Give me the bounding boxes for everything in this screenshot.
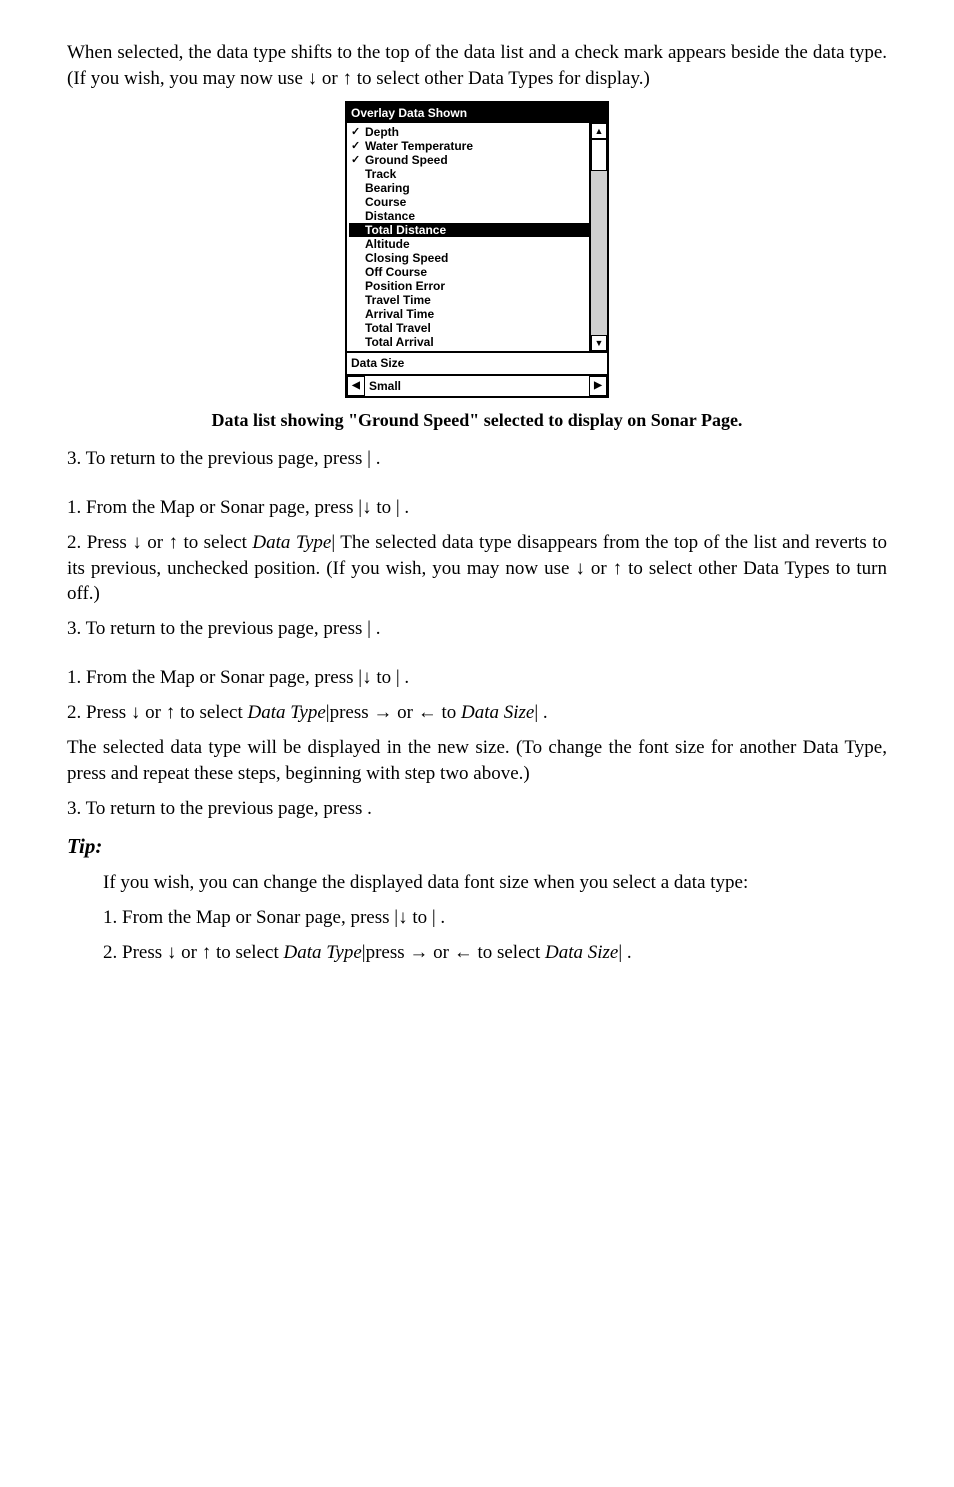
size-right-icon[interactable]: ▶ <box>589 376 607 396</box>
check-icon: ✓ <box>351 125 365 139</box>
list-item[interactable]: Course <box>349 195 589 209</box>
data-size-selector[interactable]: ◀ Small ▶ <box>347 374 607 396</box>
check-icon: ✓ <box>351 153 365 167</box>
list-item-label: Bearing <box>365 181 410 195</box>
size-left-icon[interactable]: ◀ <box>347 376 365 396</box>
scroll-down-icon[interactable]: ▼ <box>591 335 607 351</box>
list-item[interactable]: Off Course <box>349 265 589 279</box>
step-text: 3. To return to the previous page, press… <box>67 796 887 822</box>
tip-heading: Tip: <box>67 832 887 860</box>
step-text: 1. From the Map or Sonar page, press |↓ … <box>67 495 887 521</box>
screenshot-container: Overlay Data Shown ✓Depth✓Water Temperat… <box>67 101 887 398</box>
step-text: 3. To return to the previous page, press… <box>67 446 887 472</box>
list-item[interactable]: Altitude <box>349 237 589 251</box>
list-item-label: Total Travel <box>365 321 431 335</box>
list-item[interactable]: Track <box>349 167 589 181</box>
list-item-label: Travel Time <box>365 293 431 307</box>
list-item[interactable]: Arrival Time <box>349 307 589 321</box>
list-item[interactable]: ✓Water Temperature <box>349 139 589 153</box>
list-item-label: Arrival Time <box>365 307 434 321</box>
step-text: 2. Press ↓ or ↑ to select Data Type| The… <box>67 530 887 607</box>
list-item[interactable]: Position Error <box>349 279 589 293</box>
intro-paragraph: When selected, the data type shifts to t… <box>67 40 887 91</box>
overlay-data-panel: Overlay Data Shown ✓Depth✓Water Temperat… <box>345 101 609 398</box>
step-text: 1. From the Map or Sonar page, press |↓ … <box>67 665 887 691</box>
scroll-thumb[interactable] <box>591 139 607 171</box>
list-item[interactable]: Travel Time <box>349 293 589 307</box>
list-item[interactable]: ✓Ground Speed <box>349 153 589 167</box>
panel-title: Overlay Data Shown <box>347 103 607 123</box>
tip-step: 2. Press ↓ or ↑ to select Data Type|pres… <box>103 940 887 966</box>
tip-step: 1. From the Map or Sonar page, press |↓ … <box>103 905 887 931</box>
step-text: 3. To return to the previous page, press… <box>67 616 887 642</box>
scroll-track[interactable] <box>591 139 607 335</box>
list-item-label: Position Error <box>365 279 445 293</box>
list-item-label: Water Temperature <box>365 139 473 153</box>
list-item[interactable]: Total Arrival <box>349 335 589 349</box>
list-item-label: Off Course <box>365 265 427 279</box>
scroll-up-icon[interactable]: ▲ <box>591 123 607 139</box>
list-item-label: Total Distance <box>365 223 446 237</box>
list-item-label: Course <box>365 195 406 209</box>
list-item-label: Distance <box>365 209 415 223</box>
list-item-label: Ground Speed <box>365 153 448 167</box>
scrollbar[interactable]: ▲ ▼ <box>589 123 607 351</box>
list-item[interactable]: Total Travel <box>349 321 589 335</box>
list-item-label: Depth <box>365 125 399 139</box>
data-type-list[interactable]: ✓Depth✓Water Temperature✓Ground SpeedTra… <box>347 123 589 351</box>
figure-caption: Data list showing "Ground Speed" selecte… <box>67 408 887 432</box>
size-value: Small <box>365 376 589 396</box>
list-item[interactable]: Closing Speed <box>349 251 589 265</box>
data-size-label: Data Size <box>347 353 607 373</box>
step-text: 2. Press ↓ or ↑ to select Data Type|pres… <box>67 700 887 726</box>
list-item[interactable]: Bearing <box>349 181 589 195</box>
tip-intro: If you wish, you can change the displaye… <box>103 870 887 896</box>
list-item-label: Closing Speed <box>365 251 448 265</box>
list-item[interactable]: Total Distance <box>349 223 589 237</box>
check-icon: ✓ <box>351 139 365 153</box>
list-item-label: Total Arrival <box>365 335 434 349</box>
step-text: The selected data type will be displayed… <box>67 735 887 786</box>
list-item[interactable]: ✓Depth <box>349 125 589 139</box>
list-item-label: Altitude <box>365 237 410 251</box>
list-item-label: Track <box>365 167 396 181</box>
list-item[interactable]: Distance <box>349 209 589 223</box>
